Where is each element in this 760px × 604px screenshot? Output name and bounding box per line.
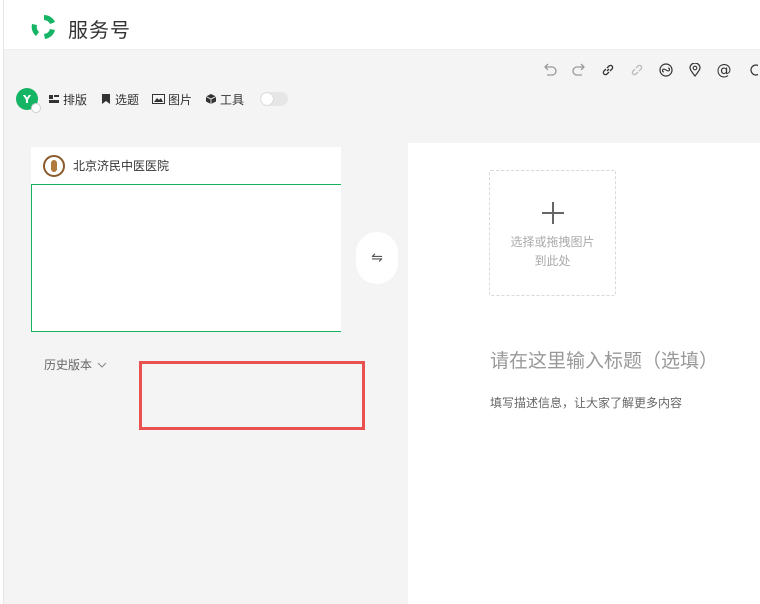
location-icon[interactable] <box>687 62 703 78</box>
account-avatar <box>43 154 65 177</box>
toggle-knob <box>261 93 274 105</box>
bookmark-icon <box>102 94 111 104</box>
mode-toggle[interactable] <box>260 92 289 106</box>
preview-header: 北京济民中医医院 <box>31 147 341 184</box>
cover-image-upload[interactable]: 选择或拖拽图片 到此处 <box>489 170 616 296</box>
cover-upload-hint: 选择或拖拽图片 到此处 <box>490 233 615 271</box>
tool-tools[interactable]: 工具 <box>205 91 244 108</box>
brand-title: 服务号 <box>68 18 131 42</box>
annotation-highlight-box <box>139 361 365 430</box>
swap-button[interactable]: ⇋ <box>356 232 398 284</box>
cover-hint-line2: 到此处 <box>534 254 571 268</box>
more-icon[interactable] <box>745 62 760 78</box>
tool-topic-label: 选题 <box>115 92 140 107</box>
layout-icon <box>49 95 59 103</box>
tool-image[interactable]: 图片 <box>152 91 192 108</box>
article-preview-card[interactable]: 北京济民中医医院 <box>31 147 341 332</box>
format-icons: @ <box>542 59 760 81</box>
chevron-down-icon <box>97 362 107 368</box>
history-version-dropdown[interactable]: 历史版本 <box>44 356 107 373</box>
title-input[interactable]: 请在这里输入标题（选填） <box>490 346 718 373</box>
mini-program-icon[interactable] <box>658 62 674 78</box>
undo-icon[interactable] <box>542 62 558 78</box>
tool-image-label: 图片 <box>168 92 193 107</box>
redo-icon[interactable] <box>571 62 587 78</box>
tool-layout-label: 排版 <box>63 92 88 107</box>
editor-toolbar: @ Y 排版 选题 图片 工具 <box>4 51 760 117</box>
wechat-service-logo-icon <box>31 14 55 39</box>
image-icon <box>152 94 166 104</box>
link-icon[interactable] <box>600 62 616 78</box>
description-input[interactable]: 填写描述信息，让大家了解更多内容 <box>490 394 682 411</box>
tool-topic[interactable]: 选题 <box>100 91 139 108</box>
avatar-letter: Y <box>23 92 31 106</box>
swap-icon: ⇋ <box>371 250 383 266</box>
unlink-icon[interactable] <box>629 62 645 78</box>
preview-body[interactable] <box>31 184 341 332</box>
plus-icon <box>542 202 564 224</box>
article-editor: 选择或拖拽图片 到此处 请在这里输入标题（选填） 填写描述信息，让大家了解更多内… <box>408 143 760 604</box>
tool-row: Y 排版 选题 图片 工具 <box>16 87 289 113</box>
account-name: 北京济民中医医院 <box>73 159 170 173</box>
history-label: 历史版本 <box>44 358 93 372</box>
editor-avatar[interactable]: Y <box>16 88 41 113</box>
app-frame: 服务号 @ Y 排版 选题 图片 工具 北京济民中医医院 历史版本 ⇋ 选择或拖… <box>3 0 760 604</box>
avatar-badge-icon <box>31 103 41 113</box>
top-bar: 服务号 <box>4 0 760 50</box>
tool-layout[interactable]: 排版 <box>48 91 87 108</box>
cover-hint-line1: 选择或拖拽图片 <box>510 235 595 249</box>
mention-icon[interactable]: @ <box>716 61 732 79</box>
cube-icon <box>205 94 217 104</box>
tool-tools-label: 工具 <box>220 92 245 107</box>
